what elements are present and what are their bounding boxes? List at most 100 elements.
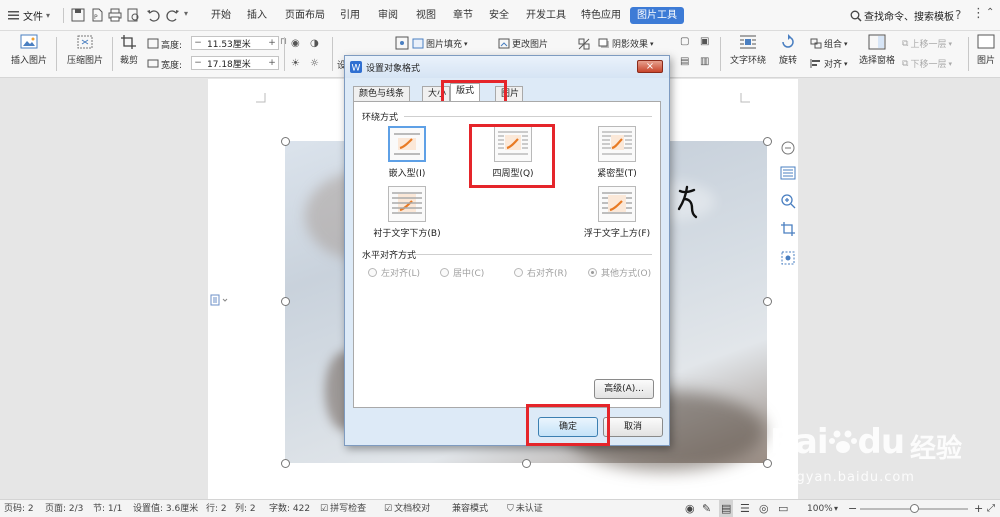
resize-handle-bottom-left[interactable]	[281, 459, 290, 468]
tab-colors-and-lines[interactable]: 颜色与线条	[353, 86, 411, 101]
text-wrap-button[interactable]: 文字环绕	[725, 34, 771, 66]
wrap-tight-option[interactable]: 紧密型(T)	[582, 126, 652, 179]
crop-button[interactable]: 裁剪	[116, 34, 142, 66]
wrap-behind-text-option[interactable]: 衬于文字下方(B)	[364, 186, 450, 239]
chevron-down-icon[interactable]: ▾	[184, 9, 188, 18]
width-decrease-button[interactable]: −	[192, 58, 204, 68]
zoom-out-icon[interactable]: −	[848, 500, 857, 517]
web-view-icon[interactable]: ◎	[759, 500, 769, 517]
selection-pane-button[interactable]: 选择窗格	[857, 34, 897, 66]
chevron-up-icon[interactable]: ⌃	[986, 7, 994, 18]
insert-picture-button[interactable]: 插入图片	[8, 34, 50, 66]
chevron-down-icon[interactable]: ▾	[834, 500, 838, 517]
zoom-slider-thumb[interactable]	[910, 504, 919, 513]
tab-page-layout[interactable]: 页面布局	[285, 0, 325, 31]
status-word-count[interactable]: 字数: 422	[269, 500, 310, 517]
change-picture-button[interactable]: 更改图片	[498, 37, 548, 50]
rotate-button[interactable]: 旋转	[776, 34, 800, 66]
dialog-close-button[interactable]: ×	[637, 60, 663, 73]
align-button[interactable]: 对齐 ▾	[810, 57, 848, 70]
command-search[interactable]: 查找命令、搜索模板	[850, 0, 954, 31]
page-view-icon[interactable]: ▤	[719, 500, 734, 517]
fullscreen-icon[interactable]: ⤢	[987, 500, 995, 517]
paragraph-options-icon[interactable]	[210, 294, 230, 306]
tab-layout[interactable]: 版式	[450, 83, 481, 101]
tab-chapter[interactable]: 章节	[453, 0, 473, 31]
eye-icon[interactable]: ◉	[685, 500, 695, 517]
tab-picture-tools[interactable]: 图片工具	[630, 7, 684, 24]
advanced-button[interactable]: 高级(A)...	[594, 379, 654, 399]
compress-picture-button[interactable]: 压缩图片	[64, 34, 106, 66]
wrap-in-front-of-text-option[interactable]: 浮于文字上方(F)	[572, 186, 662, 239]
layout-icon[interactable]: ▥	[700, 56, 709, 67]
wrap-inline-option[interactable]: 嵌入型(I)	[372, 126, 442, 179]
help-icon[interactable]: ?	[955, 8, 961, 22]
width-increase-button[interactable]: +	[266, 58, 278, 68]
resize-handle-left[interactable]	[281, 297, 290, 306]
reading-view-icon[interactable]: ▭	[778, 500, 788, 517]
bring-forward-button[interactable]: ⧉ 上移一层 ▾	[902, 37, 952, 51]
collapse-toolbar-button[interactable]	[776, 137, 800, 159]
tab-view[interactable]: 视图	[416, 0, 436, 31]
picture-effects-button[interactable]	[776, 247, 800, 269]
tab-special-apps[interactable]: 特色应用	[581, 0, 621, 31]
tab-review[interactable]: 审阅	[378, 0, 398, 31]
cancel-button[interactable]: 取消	[603, 417, 663, 437]
pen-icon[interactable]: ✎	[702, 500, 711, 517]
crop-picture-button[interactable]	[776, 218, 800, 240]
remove-background-icon[interactable]	[577, 37, 591, 51]
shadow-effect-button[interactable]: 阴影效果 ▾	[598, 37, 654, 50]
tab-security[interactable]: 安全	[489, 0, 509, 31]
print-icon[interactable]	[108, 8, 122, 22]
color-adjust-icon[interactable]: ◉	[291, 38, 300, 49]
tab-insert[interactable]: 插入	[247, 0, 267, 31]
resize-handle-top-right[interactable]	[763, 137, 772, 146]
border-icon[interactable]: ▢	[680, 36, 689, 47]
height-input[interactable]: − 11.53厘米 +	[191, 36, 279, 50]
edit-picture-icon[interactable]	[395, 36, 409, 50]
align-other-radio[interactable]: 其他方式(O)	[588, 266, 651, 279]
outline-view-icon[interactable]: ☰	[740, 500, 750, 517]
picture-fill-button[interactable]: 图片填充 ▾	[412, 37, 468, 50]
document-proof-button[interactable]: ☑ 文档校对	[384, 500, 430, 517]
redo-icon[interactable]	[166, 8, 180, 22]
tab-developer[interactable]: 开发工具	[526, 0, 566, 31]
spell-check-button[interactable]: ☑ 拼写检查	[320, 500, 366, 517]
tab-home[interactable]: 开始	[211, 0, 231, 31]
tab-references[interactable]: 引用	[340, 0, 360, 31]
resize-handle-bottom[interactable]	[522, 459, 531, 468]
align-left-radio[interactable]: 左对齐(L)	[368, 266, 420, 279]
dialog-title-bar[interactable]: W 设置对象格式	[345, 56, 669, 78]
width-input[interactable]: − 17.18厘米 +	[191, 56, 279, 70]
more-options-icon[interactable]: ⋮	[972, 6, 985, 21]
status-setting-value[interactable]: 设置值: 3.6厘米	[133, 500, 198, 517]
resize-handle-top-left[interactable]	[281, 137, 290, 146]
picture-more-button[interactable]: 图片	[972, 34, 1000, 66]
outline-icon[interactable]: ▤	[680, 56, 689, 67]
status-section[interactable]: 节: 1/1	[93, 500, 122, 517]
status-page-number[interactable]: 页码: 2	[4, 500, 34, 517]
save-icon[interactable]	[71, 8, 85, 22]
effects-icon[interactable]: ▣	[700, 36, 709, 47]
status-pages[interactable]: 页面: 2/3	[45, 500, 83, 517]
zoom-picture-button[interactable]	[776, 190, 800, 212]
zoom-level[interactable]: 100%	[807, 500, 833, 517]
brightness-icon[interactable]: ☀	[291, 58, 300, 69]
group-button[interactable]: 组合 ▾	[810, 37, 848, 50]
layout-options-button[interactable]	[776, 162, 800, 184]
file-menu[interactable]: 文件 ▾	[8, 0, 50, 31]
chevron-down-icon: ▾	[464, 39, 468, 48]
brightness-down-icon[interactable]: ☼	[310, 58, 319, 69]
align-center-radio[interactable]: 居中(C)	[440, 266, 484, 279]
certification-status[interactable]: ⛉ 未认证	[507, 500, 543, 517]
print-preview-icon[interactable]	[126, 8, 140, 22]
undo-icon[interactable]	[146, 8, 160, 22]
contrast-icon[interactable]: ◑	[310, 38, 319, 49]
height-increase-button[interactable]: +	[266, 38, 278, 48]
align-right-radio[interactable]: 右对齐(R)	[514, 266, 567, 279]
height-decrease-button[interactable]: −	[192, 38, 204, 48]
send-backward-button[interactable]: ⧉ 下移一层 ▾	[902, 57, 952, 71]
export-pdf-icon[interactable]: P	[90, 8, 104, 22]
zoom-in-icon[interactable]: +	[974, 500, 983, 517]
resize-handle-right[interactable]	[763, 297, 772, 306]
